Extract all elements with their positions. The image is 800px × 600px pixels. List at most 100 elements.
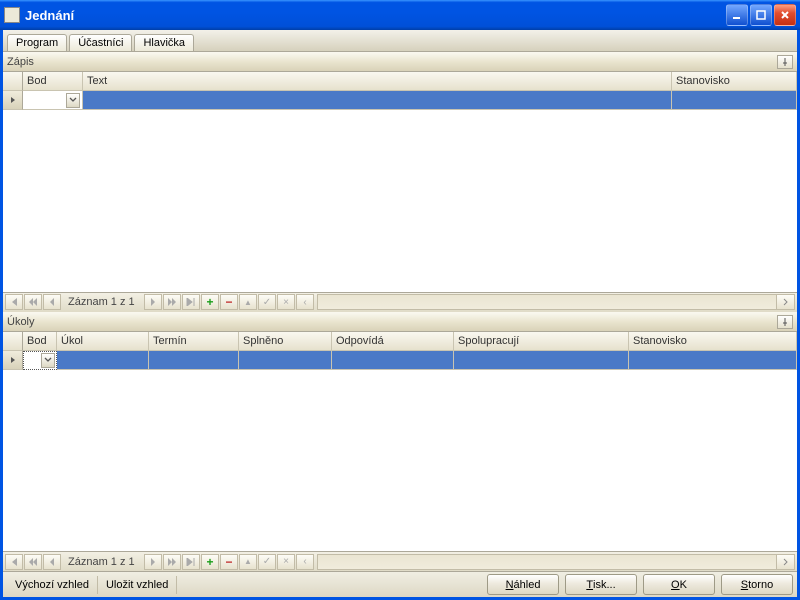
plus-icon: + xyxy=(206,295,213,309)
nav-delete[interactable]: − xyxy=(220,294,238,310)
nav-next[interactable] xyxy=(144,294,162,310)
nahled-rest: áhled xyxy=(514,579,541,591)
grid-zapis[interactable]: Bod Text Stanovisko xyxy=(3,72,797,292)
check-icon: ✓ xyxy=(263,297,271,308)
grid-ukoly-row[interactable] xyxy=(3,351,797,370)
cell-termin[interactable] xyxy=(149,351,239,370)
nav-prev[interactable] xyxy=(43,294,61,310)
nahled-button[interactable]: Náhled xyxy=(487,574,559,595)
maximize-button[interactable] xyxy=(750,4,772,26)
close-button[interactable] xyxy=(774,4,796,26)
pin-button[interactable] xyxy=(777,315,793,329)
panel-ukoly-header: Úkoly xyxy=(3,312,797,332)
record-indicator: Záznam 1 z 1 xyxy=(62,556,144,568)
ok-button[interactable]: OK xyxy=(643,574,715,595)
nav-first[interactable] xyxy=(5,554,23,570)
col-odpovida[interactable]: Odpovídá xyxy=(332,332,454,351)
panel-zapis-header: Zápis xyxy=(3,52,797,72)
ok-rest: K xyxy=(680,579,687,591)
row-header-corner[interactable] xyxy=(3,332,23,351)
ulozit-vzhled-button[interactable]: Uložit vzhled xyxy=(98,576,177,594)
cell-spolupracuji[interactable] xyxy=(454,351,629,370)
nav-undo[interactable]: ‹ xyxy=(296,554,314,570)
nav-edit[interactable]: ▲ xyxy=(239,294,257,310)
grid-zapis-row[interactable] xyxy=(3,91,797,110)
nav-undo[interactable]: ‹ xyxy=(296,294,314,310)
grid-ukoly[interactable]: Bod Úkol Termín Splněno Odpovídá Spolupr… xyxy=(3,332,797,552)
row-indicator[interactable] xyxy=(3,351,23,370)
nav-prev-page[interactable] xyxy=(24,294,42,310)
scroll-track[interactable] xyxy=(317,554,795,570)
nav-next-page[interactable] xyxy=(163,554,181,570)
panel-zapis: Zápis Bod Text Stanovisko Záznam 1 z 1 xyxy=(3,52,797,312)
nav-cancel-edit[interactable]: × xyxy=(277,554,295,570)
cell-ukol[interactable] xyxy=(57,351,149,370)
col-text[interactable]: Text xyxy=(83,72,672,91)
nav-next-page[interactable] xyxy=(163,294,181,310)
window-buttons xyxy=(726,4,796,26)
minimize-button[interactable] xyxy=(726,4,748,26)
current-row-icon xyxy=(9,356,17,364)
nav-prev-page[interactable] xyxy=(24,554,42,570)
tisk-rest: isk... xyxy=(593,579,616,591)
scroll-track[interactable] xyxy=(317,294,795,310)
content-area: Program Účastníci Hlavička Zápis Bod Tex… xyxy=(0,30,800,600)
scroll-right[interactable] xyxy=(776,295,794,309)
nav-first[interactable] xyxy=(5,294,23,310)
cell-stanovisko[interactable] xyxy=(672,91,797,110)
title-bar: Jednání xyxy=(0,0,800,30)
col-ukol[interactable]: Úkol xyxy=(57,332,149,351)
cell-bod[interactable] xyxy=(23,351,57,370)
nav-next[interactable] xyxy=(144,554,162,570)
row-indicator[interactable] xyxy=(3,91,23,110)
col-bod[interactable]: Bod xyxy=(23,332,57,351)
col-stanovisko[interactable]: Stanovisko xyxy=(672,72,797,91)
cell-splneno[interactable] xyxy=(239,351,332,370)
tab-program[interactable]: Program xyxy=(7,34,67,51)
nav-last[interactable] xyxy=(182,294,200,310)
grid-ukoly-header-row: Bod Úkol Termín Splněno Odpovídá Spolupr… xyxy=(3,332,797,351)
row-header-corner[interactable] xyxy=(3,72,23,91)
nav-end-edit[interactable]: ✓ xyxy=(258,554,276,570)
tab-ucastnici[interactable]: Účastníci xyxy=(69,34,132,51)
vychozi-vzhled-button[interactable]: Výchozí vzhled xyxy=(7,576,98,594)
check-icon: ✓ xyxy=(263,556,271,567)
up-icon: ▲ xyxy=(244,298,252,307)
current-row-icon xyxy=(9,96,17,104)
record-indicator: Záznam 1 z 1 xyxy=(62,296,144,308)
bottom-bar: Výchozí vzhled Uložit vzhled Náhled Tisk… xyxy=(3,571,797,597)
x-icon: × xyxy=(283,556,289,567)
tisk-button[interactable]: Tisk... xyxy=(565,574,637,595)
col-termin[interactable]: Termín xyxy=(149,332,239,351)
col-bod[interactable]: Bod xyxy=(23,72,83,91)
minus-icon: − xyxy=(225,555,232,569)
nav-last[interactable] xyxy=(182,554,200,570)
dropdown-button[interactable] xyxy=(66,93,80,108)
nav-end-edit[interactable]: ✓ xyxy=(258,294,276,310)
app-icon xyxy=(4,7,20,23)
x-icon: × xyxy=(283,297,289,308)
storno-button[interactable]: Storno xyxy=(721,574,793,595)
col-stanovisko[interactable]: Stanovisko xyxy=(629,332,797,351)
panel-zapis-title: Zápis xyxy=(7,56,34,68)
plus-icon: + xyxy=(206,555,213,569)
cell-text[interactable] xyxy=(83,91,672,110)
scroll-right[interactable] xyxy=(776,555,794,569)
col-spolupracuji[interactable]: Spolupracují xyxy=(454,332,629,351)
dropdown-button[interactable] xyxy=(41,353,55,368)
nav-add[interactable]: + xyxy=(201,554,219,570)
nav-edit[interactable]: ▲ xyxy=(239,554,257,570)
grid-zapis-header-row: Bod Text Stanovisko xyxy=(3,72,797,91)
navigator-ukoly: Záznam 1 z 1 + − ▲ ✓ × ‹ xyxy=(3,551,797,571)
nav-add[interactable]: + xyxy=(201,294,219,310)
nav-prev[interactable] xyxy=(43,554,61,570)
tabs-row: Program Účastníci Hlavička xyxy=(3,30,797,52)
cell-odpovida[interactable] xyxy=(332,351,454,370)
nav-cancel-edit[interactable]: × xyxy=(277,294,295,310)
cell-bod[interactable] xyxy=(23,91,83,110)
col-splneno[interactable]: Splněno xyxy=(239,332,332,351)
pin-button[interactable] xyxy=(777,55,793,69)
cell-stanovisko[interactable] xyxy=(629,351,797,370)
nav-delete[interactable]: − xyxy=(220,554,238,570)
tab-hlavicka[interactable]: Hlavička xyxy=(134,34,194,51)
